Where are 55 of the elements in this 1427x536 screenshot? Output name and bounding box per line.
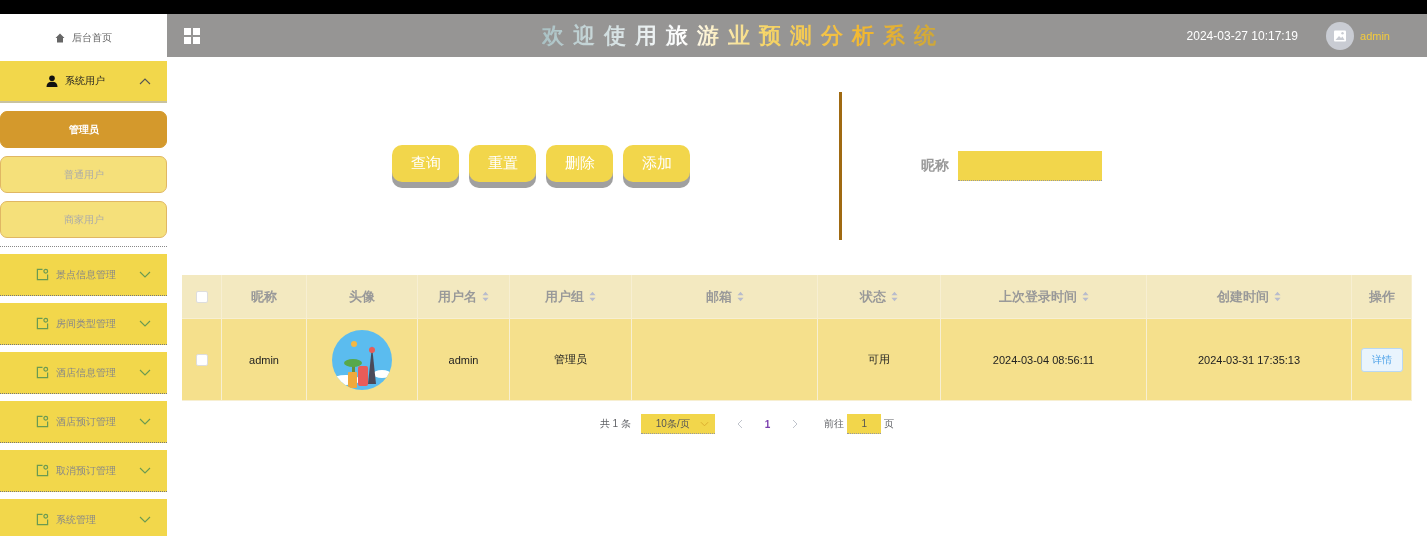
sidebar-menu-item[interactable]: 酒店信息管理 <box>0 352 167 394</box>
submenu-item[interactable]: 管理员 <box>0 111 167 148</box>
sidebar-menu-item[interactable]: 房间类型管理 <box>0 303 167 345</box>
chevron-down-icon <box>139 418 151 425</box>
page-size-select[interactable]: 10条/页 <box>640 414 715 434</box>
previous-page-icon[interactable] <box>736 419 743 429</box>
page-icon <box>36 317 49 330</box>
checkbox[interactable] <box>195 290 208 303</box>
sort-icon[interactable] <box>1274 291 1281 302</box>
page-number[interactable]: 1 <box>764 418 771 430</box>
next-page-icon[interactable] <box>792 419 799 429</box>
total-count: 共 1 条 <box>599 417 631 431</box>
table-cell: 2024-03-04 08:56:11 <box>941 319 1147 401</box>
page-icon <box>36 464 49 477</box>
grid-menu-icon[interactable] <box>184 27 200 44</box>
page-icon <box>36 415 49 428</box>
chevron-down-icon <box>139 320 151 327</box>
details-button[interactable]: 详情 <box>1360 347 1403 372</box>
chevron-down-icon <box>139 271 151 278</box>
sidebar-menu-item[interactable]: 景点信息管理 <box>0 254 167 296</box>
sort-icon[interactable] <box>1081 291 1089 302</box>
chevron-down-icon <box>139 516 151 523</box>
table-cell: admin <box>222 319 307 401</box>
sort-icon[interactable] <box>736 291 744 302</box>
sidebar-menu-item[interactable]: 系统用户 <box>0 61 167 103</box>
username-text[interactable]: admin <box>1360 29 1390 42</box>
home-icon <box>55 32 65 43</box>
sidebar-menu-item[interactable]: 取消预订管理 <box>0 450 167 492</box>
nickname-input[interactable] <box>958 151 1102 181</box>
chevron-down-icon <box>139 467 151 474</box>
user-icon <box>46 75 58 87</box>
chevron-down-icon <box>699 420 709 427</box>
submenu-item[interactable]: 商家用户 <box>0 201 167 238</box>
page-icon <box>36 268 49 281</box>
table-cell: 2024-03-31 17:35:13 <box>1147 319 1352 401</box>
sort-icon[interactable] <box>891 291 898 302</box>
checkbox[interactable] <box>195 353 208 366</box>
avatar-icon[interactable] <box>1326 21 1355 50</box>
table-cell: 可用 <box>818 319 941 401</box>
chevron-down-icon <box>139 369 151 376</box>
page-icon <box>36 366 49 379</box>
page-icon <box>36 513 49 526</box>
datetime-text: 2024-03-27 10:17:19 <box>1186 28 1299 43</box>
submenu-item[interactable]: 普通用户 <box>0 156 167 193</box>
chevron-up-icon <box>139 77 151 85</box>
page-suffix: 页 <box>884 417 895 431</box>
sidebar-menu-item[interactable]: 系统管理 <box>0 499 167 536</box>
page-input[interactable]: 1 <box>847 414 882 434</box>
sort-icon[interactable] <box>482 291 489 302</box>
sidebar-menu-item[interactable]: 酒店预订管理 <box>0 401 167 443</box>
sort-icon[interactable] <box>589 291 596 302</box>
table-cell: 管理员 <box>510 319 632 401</box>
field-label: 昵称 <box>921 157 949 175</box>
goto-label: 前往 <box>824 417 845 431</box>
table-cell: admin <box>418 319 510 401</box>
